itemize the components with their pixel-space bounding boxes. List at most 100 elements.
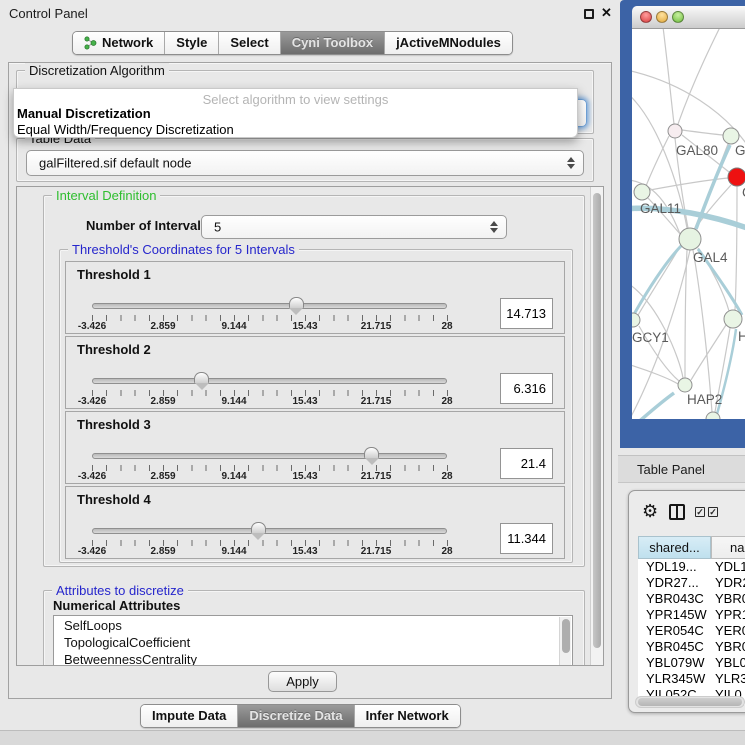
interval-definition-title: Interval Definition <box>52 188 160 203</box>
popup-item-manual-discretization[interactable]: Manual Discretization <box>17 106 151 121</box>
table-row[interactable]: YBR045CYBR0 <box>638 639 745 655</box>
table-data-combo[interactable]: galFiltered.sif default node <box>26 150 584 176</box>
popup-item-equal-width[interactable]: Equal Width/Frequency Discretization <box>17 122 234 137</box>
minimize-traffic-light-icon[interactable] <box>656 11 668 23</box>
node-selected-red[interactable] <box>728 168 745 186</box>
table-row[interactable]: YBL079WYBL0 <box>638 655 745 671</box>
list-item[interactable]: TopologicalCoefficient <box>64 635 190 650</box>
combo-arrows-icon <box>567 157 575 169</box>
label-hap2: HAP2 <box>687 392 722 407</box>
label-partial-h: H <box>738 329 745 344</box>
node-gal11[interactable] <box>634 184 650 200</box>
columns-icon[interactable] <box>669 504 685 520</box>
list-item[interactable]: BetweennessCentrality <box>64 652 197 666</box>
table-row[interactable]: YLR345WYLR3 <box>638 671 745 687</box>
threshold-1-panel: Threshold 1 -3.426 2.859 9.144 15.43 21.… <box>65 261 565 334</box>
threshold-4-slider[interactable]: -3.426 2.859 9.144 15.43 21.715 28 <box>92 523 447 557</box>
column-header-name[interactable]: na <box>711 536 745 559</box>
slider-track[interactable] <box>92 528 447 534</box>
tab-jactivemnodules[interactable]: jActiveMNodules <box>384 32 512 54</box>
zoom-traffic-light-icon[interactable] <box>672 11 684 23</box>
node-hap2[interactable] <box>678 378 692 392</box>
threshold-3-slider[interactable]: -3.426 2.859 9.144 15.43 21.715 28 <box>92 448 447 482</box>
slider-thumb[interactable] <box>289 297 304 308</box>
network-window-titlebar[interactable] <box>632 6 745 29</box>
slider-thumb[interactable] <box>251 522 266 533</box>
table-panel-bar: Table Panel <box>618 455 745 483</box>
table-row[interactable]: YDL19...YDL1 <box>638 559 745 575</box>
label-gcy1: GCY1 <box>632 330 669 345</box>
attributes-group-title: Attributes to discretize <box>52 583 188 598</box>
threshold-1-slider[interactable]: -3.426 2.859 9.144 15.43 21.715 28 <box>92 298 447 332</box>
threshold-2-slider[interactable]: -3.426 2.859 9.144 15.43 21.715 28 <box>92 373 447 407</box>
table-horizontal-scrollbar[interactable] <box>635 696 745 708</box>
table-row[interactable]: YER054CYER0 <box>638 623 745 639</box>
table-row[interactable]: YPR145WYPR1 <box>638 607 745 623</box>
table-body: YDL19...YDL1 YDR27...YDR2 YBR043CYBR0 YP… <box>638 559 745 705</box>
close-icon[interactable]: ✕ <box>601 5 612 21</box>
node-gcy1[interactable] <box>632 313 640 327</box>
thresholds-group-title: Threshold's Coordinates for 5 Intervals <box>68 242 299 257</box>
threshold-3-value-field[interactable]: 21.4 <box>500 448 553 479</box>
number-of-intervals-value: 5 <box>214 220 221 235</box>
settings-scroll-viewport: Interval Definition Number of Intervals … <box>16 186 604 666</box>
slider-track[interactable] <box>92 453 447 459</box>
table-row[interactable]: YDR27...YDR2 <box>638 575 745 591</box>
window-bottom-strip <box>0 730 745 745</box>
threshold-4-panel: Threshold 4 -3.426 2.859 9.144 15.43 21.… <box>65 486 565 559</box>
threshold-2-value-field[interactable]: 6.316 <box>500 373 553 404</box>
tab-cyni-toolbox[interactable]: Cyni Toolbox <box>280 32 384 54</box>
tab-style[interactable]: Style <box>164 32 218 54</box>
tab-select[interactable]: Select <box>218 32 279 54</box>
label-gal80: GAL80 <box>676 143 718 158</box>
list-scrollbar[interactable] <box>559 617 571 666</box>
discretization-algorithm-title: Discretization Algorithm <box>25 63 169 78</box>
threshold-2-panel: Threshold 2 -3.426 2.859 9.144 15.43 21.… <box>65 336 565 409</box>
node-top-right[interactable] <box>723 128 739 144</box>
column-header-shared-name[interactable]: shared... <box>638 536 711 559</box>
label-partial-ga: GA <box>735 143 745 158</box>
panel-title: Control Panel <box>9 6 88 21</box>
slider-track[interactable] <box>92 303 447 309</box>
table-toolbar: ⚙ ✓ ✓ <box>629 499 745 531</box>
slider-thumb[interactable] <box>364 447 379 458</box>
apply-button[interactable]: Apply <box>268 671 337 692</box>
network-view-window: GAL80 GA C GAL11 GAL4 GCY1 H HAP2 <box>620 0 745 448</box>
numerical-attributes-list[interactable]: SelfLoops TopologicalCoefficient Between… <box>53 615 573 666</box>
app-root: Control Panel ✕ Network Style Select Cyn… <box>0 0 745 745</box>
table-data-value: galFiltered.sif default node <box>39 156 191 171</box>
close-traffic-light-icon[interactable] <box>640 11 652 23</box>
number-of-intervals-spinner[interactable]: 5 <box>201 215 507 239</box>
list-item[interactable]: SelfLoops <box>64 618 122 633</box>
tab-network-label: Network <box>102 35 153 50</box>
threshold-1-value-field[interactable]: 14.713 <box>500 298 553 329</box>
top-tab-bar: Network Style Select Cyni Toolbox jActiv… <box>72 31 513 55</box>
node-gal4[interactable] <box>679 228 701 250</box>
float-window-icon[interactable] <box>584 9 594 19</box>
settings-scrollbar[interactable] <box>590 187 603 665</box>
checkbox-icon[interactable]: ✓ <box>708 507 718 517</box>
label-gal4: GAL4 <box>693 250 728 265</box>
number-of-intervals-label: Number of Intervals <box>86 218 208 233</box>
gear-icon[interactable]: ⚙ <box>642 501 658 522</box>
control-panel-titlebar: Control Panel ✕ <box>0 0 618 26</box>
network-canvas[interactable]: GAL80 GA C GAL11 GAL4 GCY1 H HAP2 <box>632 29 745 419</box>
label-gal11: GAL11 <box>640 201 681 216</box>
node-h[interactable] <box>724 310 742 328</box>
slider-thumb[interactable] <box>194 372 209 383</box>
table-row[interactable]: YBR043CYBR0 <box>638 591 745 607</box>
threshold-3-panel: Threshold 3 -3.426 2.859 9.144 15.43 21.… <box>65 411 565 484</box>
tab-infer-network[interactable]: Infer Network <box>354 705 460 727</box>
node-gal80[interactable] <box>668 124 682 138</box>
tab-network[interactable]: Network <box>73 32 164 54</box>
tab-discretize-data[interactable]: Discretize Data <box>237 705 353 727</box>
checkbox-icon[interactable]: ✓ <box>695 507 705 517</box>
slider-track[interactable] <box>92 378 447 384</box>
numerical-attributes-label: Numerical Attributes <box>53 598 180 613</box>
table-panel-title: Table Panel <box>637 462 705 477</box>
threshold-4-value-field[interactable]: 11.344 <box>500 523 553 554</box>
popup-hint: Select algorithm to view settings <box>14 92 577 107</box>
table-header-row: shared... na <box>629 536 745 559</box>
algorithm-dropdown-popup: Select algorithm to view settings Manual… <box>13 88 578 138</box>
tab-impute-data[interactable]: Impute Data <box>141 705 237 727</box>
